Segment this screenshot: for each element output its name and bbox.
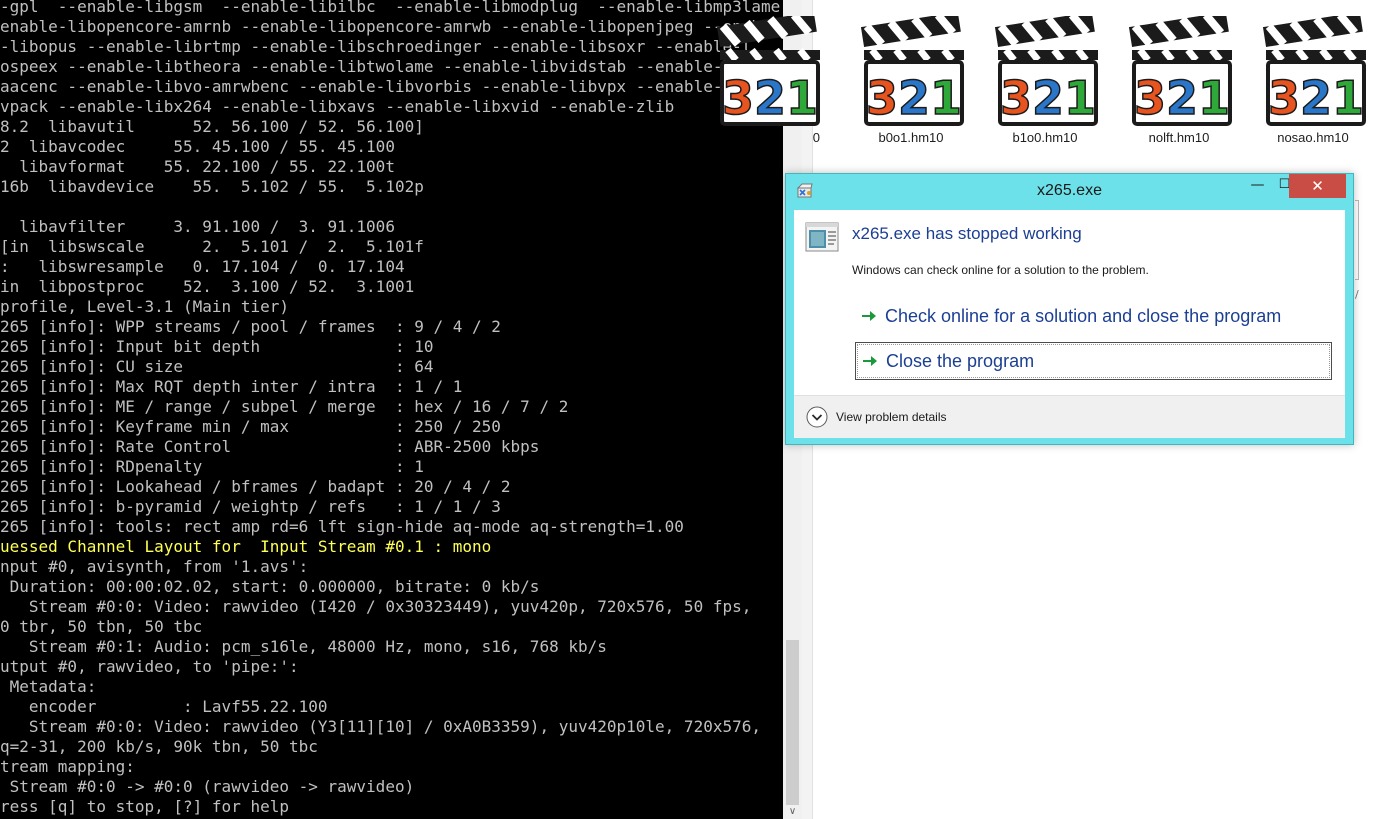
console-output: -gpl --enable-libgsm --enable-libilbc --… — [0, 0, 783, 817]
console-line: 265 [info]: b-pyramid / weightp / refs :… — [0, 497, 501, 516]
console-line: 265 [info]: Input bit depth : 10 — [0, 337, 434, 356]
file-item[interactable]: 321 b0o1.hm10 — [846, 10, 976, 150]
console-line: q=2-31, 200 kb/s, 90k tbn, 50 tbc — [0, 737, 318, 756]
console-line: ospeex --enable-libtheora --enable-libtw… — [0, 57, 761, 76]
console-line: ress [q] to stop, [?] for help — [0, 797, 289, 816]
console-line: 265 [info]: Rate Control : ABR-2500 kbps — [0, 437, 540, 456]
green-arrow-icon — [863, 356, 877, 366]
console-line: libavfilter 3. 91.100 / 3. 91.1006 — [0, 217, 395, 236]
background-mark: / — [1355, 288, 1359, 301]
console-line: Stream #0:1: Audio: pcm_s16le, 48000 Hz,… — [0, 637, 607, 656]
file-item[interactable]: 321 0 — [702, 10, 832, 150]
background-window-edge — [1355, 200, 1359, 280]
close-program-label: Close the program — [886, 351, 1035, 371]
console-line: : libswresample 0. 17.104 / 0. 17.104 — [0, 257, 405, 276]
console-line: tream mapping: — [0, 757, 135, 776]
console-line: utput #0, rawvideo, to 'pipe:': — [0, 657, 299, 676]
file-item[interactable]: 321 nosao.hm10 — [1248, 10, 1376, 150]
console-line: [in libswscale 2. 5.101 / 2. 5.101f — [0, 237, 424, 256]
mpc-hc-321-icon: 321 — [1128, 16, 1232, 126]
dialog-content: x265.exe has stopped working Windows can… — [794, 210, 1345, 438]
console-warning-line: uessed Channel Layout for Input Stream #… — [0, 537, 492, 556]
console-line: 265 [info]: tools: rect amp rd=6 lft sig… — [0, 517, 684, 536]
file-name-label: 0 — [812, 130, 820, 145]
file-item[interactable]: 321 b1o0.hm10 — [980, 10, 1110, 150]
console-line: in libpostproc 52. 3.100 / 52. 3.1001 — [0, 277, 415, 296]
check-online-label: Check online for a solution and close th… — [885, 306, 1282, 326]
mpc-hc-321-icon: 321 — [716, 16, 820, 126]
file-name-label: nosao.hm10 — [1277, 130, 1349, 145]
console-line: encoder : Lavf55.22.100 — [0, 697, 328, 716]
mpc-hc-321-icon: 321 — [1262, 16, 1366, 126]
console-line: 0 tbr, 50 tbn, 50 tbc — [0, 617, 203, 636]
dialog-message: Windows can check online for a solution … — [852, 263, 1149, 277]
main-instruction: x265.exe has stopped working — [852, 224, 1082, 243]
console-line: Stream #0:0 -> #0:0 (rawvideo -> rawvide… — [0, 777, 415, 796]
console-line: 265 [info]: Max RQT depth inter / intra … — [0, 377, 463, 396]
console-line: vpack --enable-libx264 --enable-libxavs … — [0, 97, 675, 116]
console-scrollbar-thumb[interactable] — [786, 640, 799, 805]
expand-chevron-icon[interactable] — [806, 406, 828, 428]
console-line: nput #0, avisynth, from '1.avs': — [0, 557, 309, 576]
dialog-footer: View problem details — [794, 395, 1345, 438]
file-name-label: b1o0.hm10 — [1012, 130, 1078, 145]
console-line: aacenc --enable-libvo-amrwbenc --enable-… — [0, 77, 752, 96]
program-window-icon — [805, 222, 839, 252]
console-line: -libopus --enable-librtmp --enable-libsc… — [0, 37, 752, 56]
console-line: libavformat 55. 22.100 / 55. 22.100t — [0, 157, 395, 176]
console-line: Stream #0:0: Video: rawvideo (I420 / 0x3… — [0, 597, 752, 616]
console-line: profile, Level-3.1 (Main tier) — [0, 297, 289, 316]
scroll-down-arrow-icon[interactable]: ∨ — [783, 805, 802, 819]
green-arrow-icon — [862, 311, 876, 321]
file-item[interactable]: 321 nolft.hm10 — [1114, 10, 1244, 150]
icon-number-text: 321 — [1134, 71, 1230, 125]
desktop: -gpl --enable-libgsm --enable-libilbc --… — [0, 0, 1376, 819]
console-line: 265 [info]: WPP streams / pool / frames … — [0, 317, 501, 336]
console-line: 16b libavdevice 55. 5.102 / 55. 5.102p — [0, 177, 424, 196]
console-line: 265 [info]: Lookahead / bframes / badapt… — [0, 477, 511, 496]
console-line: Metadata: — [0, 677, 97, 696]
console-line: 265 [info]: Keyframe min / max : 250 / 2… — [0, 417, 501, 436]
console-line: enable-libopencore-amrnb --enable-libope… — [0, 17, 761, 36]
dialog-titlebar[interactable]: x265.exe — ☐ ✕ — [786, 174, 1353, 207]
close-button[interactable]: ✕ — [1289, 174, 1346, 198]
console-line: 8.2 libavutil 52. 56.100 / 52. 56.100] — [0, 117, 424, 136]
check-online-button[interactable]: Check online for a solution and close th… — [855, 298, 1332, 336]
error-dialog: x265.exe — ☐ ✕ x265.exe has stopped work… — [785, 173, 1354, 445]
file-name-label: nolft.hm10 — [1148, 130, 1210, 145]
file-name-label: b0o1.hm10 — [878, 130, 944, 145]
icon-number-text: 321 — [722, 71, 818, 125]
console-window[interactable]: -gpl --enable-libgsm --enable-libilbc --… — [0, 0, 783, 819]
icon-number-text: 321 — [1268, 71, 1364, 125]
console-line: 2 libavcodec 55. 45.100 / 55. 45.100 — [0, 137, 395, 156]
minimize-button[interactable]: — — [1244, 174, 1271, 199]
icon-number-text: 321 — [866, 71, 962, 125]
console-line: 265 [info]: RDpenalty : 1 — [0, 457, 424, 476]
icon-number-text: 321 — [1000, 71, 1096, 125]
console-line: Stream #0:0: Video: rawvideo (Y3[11][10]… — [0, 717, 761, 736]
console-line: -gpl --enable-libgsm --enable-libilbc --… — [0, 0, 781, 16]
mpc-hc-321-icon: 321 — [860, 16, 964, 126]
console-line: Duration: 00:00:02.02, start: 0.000000, … — [0, 577, 540, 596]
close-program-button[interactable]: Close the program — [855, 342, 1332, 380]
view-problem-details-link[interactable]: View problem details — [836, 410, 947, 424]
console-line: 265 [info]: CU size : 64 — [0, 357, 434, 376]
console-line: 265 [info]: ME / range / subpel / merge … — [0, 397, 569, 416]
mpc-hc-321-icon: 321 — [994, 16, 1098, 126]
